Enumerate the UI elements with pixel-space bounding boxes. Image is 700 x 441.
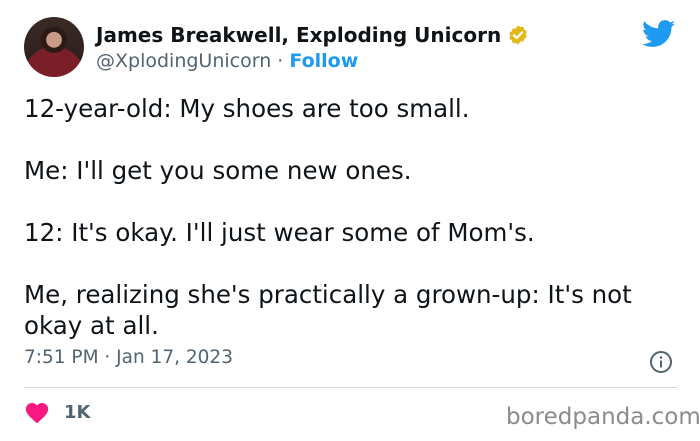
heart-icon[interactable] [24, 400, 50, 424]
verified-badge-icon [509, 25, 527, 45]
author-name[interactable]: James Breakwell, Exploding Unicorn [96, 23, 501, 47]
tweet-line: 12: It's okay. I'll just wear some of Mo… [24, 218, 535, 247]
tweet-line: 12-year-old: My shoes are too small. [24, 94, 470, 123]
watermark: boredpanda.com [506, 404, 700, 430]
info-icon[interactable] [649, 350, 673, 374]
like-action[interactable]: 1K [24, 400, 90, 424]
avatar[interactable] [24, 17, 84, 77]
follow-link[interactable]: Follow [289, 50, 358, 72]
twitter-bird-icon[interactable] [642, 20, 676, 48]
author-handle-row: @XplodingUnicorn · Follow [96, 50, 358, 72]
tweet-line: Me: I'll get you some new ones. [24, 156, 412, 185]
tweet-line: Me, realizing she's practically a grown-… [24, 280, 632, 340]
handle-separator: · [271, 50, 290, 72]
tweet-timestamp[interactable]: 7:51 PM · Jan 17, 2023 [24, 347, 233, 368]
author-name-row: James Breakwell, Exploding Unicorn [96, 22, 529, 48]
divider [24, 387, 677, 388]
tweet-text: 12-year-old: My shoes are too small. Me:… [24, 93, 674, 341]
author-handle[interactable]: @XplodingUnicorn [96, 50, 271, 72]
like-count: 1K [64, 401, 91, 423]
